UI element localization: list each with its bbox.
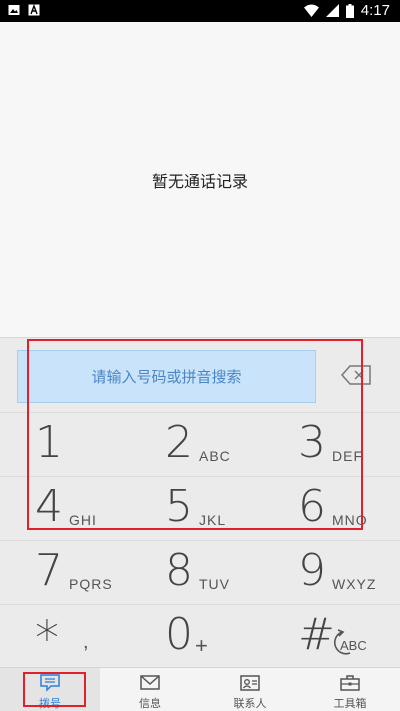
number-search-input[interactable]: 请输入号码或拼音搜索 bbox=[17, 350, 316, 403]
key-5[interactable]: 5 JKL bbox=[135, 477, 268, 541]
signal-icon bbox=[325, 4, 339, 17]
key-letters: WXYZ bbox=[332, 576, 377, 592]
status-bar: 4:17 bbox=[0, 0, 400, 22]
key-row: * , 0 + # ABC bbox=[0, 604, 400, 668]
key-4[interactable]: 4 GHI bbox=[5, 477, 138, 541]
svg-text:ABC: ABC bbox=[340, 638, 367, 653]
key-0[interactable]: 0 + bbox=[135, 605, 268, 669]
key-digit: 4 bbox=[35, 481, 63, 532]
key-row: 7 PQRS 8 TUV 9 WXYZ bbox=[0, 540, 400, 604]
key-digit: 8 bbox=[165, 545, 193, 596]
key-digit: 7 bbox=[35, 545, 63, 596]
nav-toolbox[interactable]: 工具箱 bbox=[300, 668, 400, 711]
font-a-icon bbox=[28, 4, 40, 16]
key-hash[interactable]: # ABC bbox=[268, 605, 400, 669]
wifi-icon bbox=[303, 4, 319, 17]
image-icon bbox=[8, 5, 20, 15]
nav-contacts[interactable]: 联系人 bbox=[200, 668, 300, 711]
key-row: 4 GHI 5 JKL 6 MNO bbox=[0, 476, 400, 540]
dialpad: 请输入号码或拼音搜索 1 2 ABC 3 DEF 4 GHI 5 JKL 6 M… bbox=[0, 337, 400, 667]
key-digit: 0 bbox=[165, 609, 193, 660]
backspace-icon[interactable] bbox=[340, 364, 372, 386]
message-icon bbox=[140, 675, 160, 690]
key-8[interactable]: 8 TUV bbox=[135, 541, 268, 605]
key-3[interactable]: 3 DEF bbox=[268, 413, 400, 477]
key-digit: * bbox=[35, 611, 59, 667]
bottom-nav: 拨号 信息 联系人 工具箱 bbox=[0, 667, 400, 711]
key-digit: 9 bbox=[298, 545, 326, 596]
nav-dial[interactable]: 拨号 bbox=[0, 668, 100, 711]
nav-label: 联系人 bbox=[233, 697, 267, 710]
key-letters: ABC bbox=[199, 448, 231, 464]
nav-label: 信息 bbox=[139, 697, 161, 710]
key-letters: DEF bbox=[332, 448, 363, 464]
key-7[interactable]: 7 PQRS bbox=[5, 541, 138, 605]
key-letters: , bbox=[83, 631, 90, 653]
dial-input-row: 请输入号码或拼音搜索 bbox=[0, 338, 400, 412]
key-letters: JKL bbox=[199, 512, 227, 528]
nav-messages[interactable]: 信息 bbox=[100, 668, 200, 711]
key-letters: MNO bbox=[332, 512, 368, 528]
toolbox-icon bbox=[340, 675, 360, 691]
dial-keys: 1 2 ABC 3 DEF 4 GHI 5 JKL 6 MNO 7 PQRS 8… bbox=[0, 412, 400, 668]
key-star[interactable]: * , bbox=[5, 605, 138, 669]
key-letters: + bbox=[195, 633, 209, 658]
abc-switch-icon: ABC bbox=[333, 629, 367, 655]
empty-history-text: 暂无通话记录 bbox=[151, 171, 248, 191]
key-digit: 2 bbox=[165, 417, 193, 468]
key-1[interactable]: 1 bbox=[5, 413, 138, 477]
key-digit: 3 bbox=[298, 417, 326, 468]
dial-icon bbox=[40, 674, 60, 692]
key-9[interactable]: 9 WXYZ bbox=[268, 541, 400, 605]
key-digit: 6 bbox=[298, 481, 326, 532]
key-6[interactable]: 6 MNO bbox=[268, 477, 400, 541]
key-digit: 1 bbox=[35, 417, 63, 468]
search-placeholder: 请输入号码或拼音搜索 bbox=[91, 368, 242, 386]
key-letters: TUV bbox=[199, 576, 230, 592]
key-letters: GHI bbox=[69, 512, 97, 528]
status-time: 4:17 bbox=[360, 2, 390, 19]
key-row: 1 2 ABC 3 DEF bbox=[0, 412, 400, 476]
call-history: 暂无通话记录 bbox=[0, 22, 400, 337]
nav-label: 工具箱 bbox=[333, 697, 367, 710]
key-letters: PQRS bbox=[69, 576, 113, 592]
nav-label: 拨号 bbox=[39, 697, 61, 710]
key-2[interactable]: 2 ABC bbox=[135, 413, 268, 477]
battery-icon bbox=[345, 3, 354, 18]
contacts-icon bbox=[240, 675, 260, 691]
key-digit: 5 bbox=[165, 481, 193, 532]
